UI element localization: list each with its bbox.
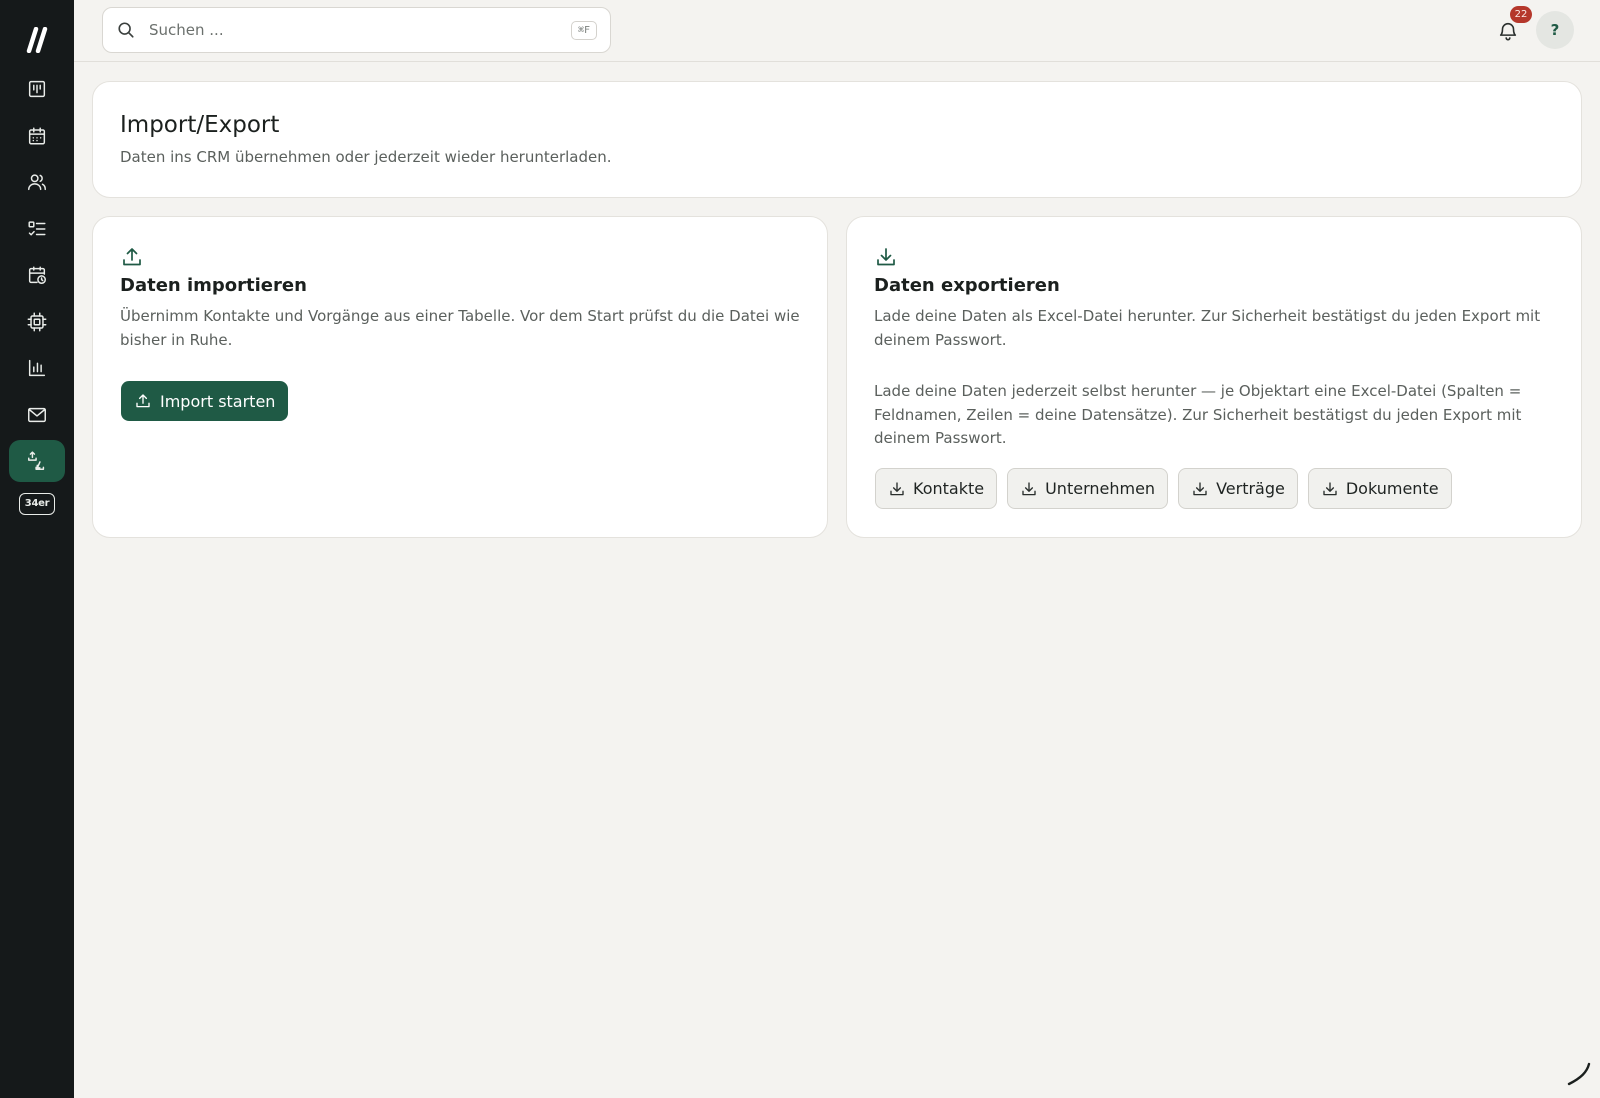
import-start-button[interactable]: Import starten: [121, 381, 289, 421]
import-card: Daten importieren Übernimm Kontakte und …: [92, 216, 828, 538]
export-contacts-label: Kontakte: [913, 479, 985, 498]
sidebar-item-schedule[interactable]: [9, 254, 65, 296]
download-icon: [890, 481, 904, 495]
sidebar-item-reports[interactable]: [9, 347, 65, 389]
import-export-icon: [28, 451, 45, 470]
sidebar-item-import-export[interactable]: [9, 440, 65, 482]
export-companies-label: Unternehmen: [1045, 479, 1156, 498]
search-box[interactable]: Suchen ... ⌘F: [102, 7, 611, 53]
export-card: Daten exportieren Lade deine Daten als E…: [846, 216, 1582, 538]
chip-icon: [27, 312, 47, 331]
download-icon: [874, 245, 898, 269]
mail-icon: [28, 407, 46, 422]
upload-icon: [120, 245, 144, 269]
download-icon: [1323, 481, 1337, 495]
slashes-logo-icon: [26, 27, 48, 53]
bell-icon: [1499, 22, 1517, 41]
export-card-description: Lade deine Daten als Excel-Datei herunte…: [874, 307, 1541, 349]
sidebar-nav: [9, 68, 65, 487]
export-companies-button[interactable]: Unternehmen: [1007, 468, 1169, 509]
app-logo[interactable]: [17, 24, 57, 56]
users-icon: [28, 174, 46, 191]
search-icon: [117, 21, 135, 39]
sidebar-item-tasks[interactable]: [9, 208, 65, 250]
export-documents-button[interactable]: Dokumente: [1307, 468, 1452, 509]
sidebar-item-calendar[interactable]: [9, 115, 65, 157]
calendar-icon: [28, 126, 46, 145]
board-icon: [28, 80, 46, 98]
export-documents-label: Dokumente: [1345, 479, 1439, 498]
page-title: Import/Export: [120, 112, 280, 138]
calendar-clock-icon: [28, 266, 46, 284]
page-subtitle: Daten ins CRM übernehmen oder jederzeit …: [120, 148, 612, 166]
help-button[interactable]: ?: [1536, 11, 1574, 49]
task-list-icon: [28, 220, 46, 236]
export-button-group: Kontakte Unternehmen Verträge Dokumente: [875, 468, 1462, 509]
export-contracts-button[interactable]: Verträge: [1178, 468, 1298, 509]
top-bar: Suchen ... ⌘F 22 ?: [74, 0, 1600, 62]
import-start-button-label: Import starten: [160, 391, 276, 411]
upload-icon: [136, 394, 150, 408]
sidebar-item-automation[interactable]: [9, 301, 65, 343]
import-card-description: Übernimm Kontakte und Vorgänge aus einer…: [120, 307, 800, 349]
sidebar-item-board[interactable]: [9, 68, 65, 110]
import-card-title: Daten importieren: [120, 275, 307, 296]
export-contacts-button[interactable]: Kontakte: [875, 468, 998, 509]
search-input[interactable]: Suchen ...: [149, 21, 571, 39]
download-icon: [1193, 481, 1207, 495]
loading-spinner-icon: [1563, 1060, 1593, 1090]
search-shortcut-hint: ⌘F: [570, 20, 597, 40]
sidebar-item-contacts[interactable]: [9, 161, 65, 203]
bar-chart-icon: [28, 359, 46, 377]
export-card-title: Daten exportieren: [874, 275, 1060, 296]
notification-count-badge: 22: [1510, 6, 1532, 23]
plan-badge[interactable]: 34er: [19, 492, 55, 515]
export-contracts-label: Verträge: [1216, 479, 1285, 498]
sidebar: 34er: [0, 0, 74, 1098]
export-card-details: Lade deine Daten jederzeit selbst herunt…: [874, 382, 1522, 447]
download-icon: [1022, 481, 1036, 495]
sidebar-item-mail[interactable]: [9, 394, 65, 436]
page-header-card: Import/Export Daten ins CRM übernehmen o…: [92, 81, 1582, 198]
